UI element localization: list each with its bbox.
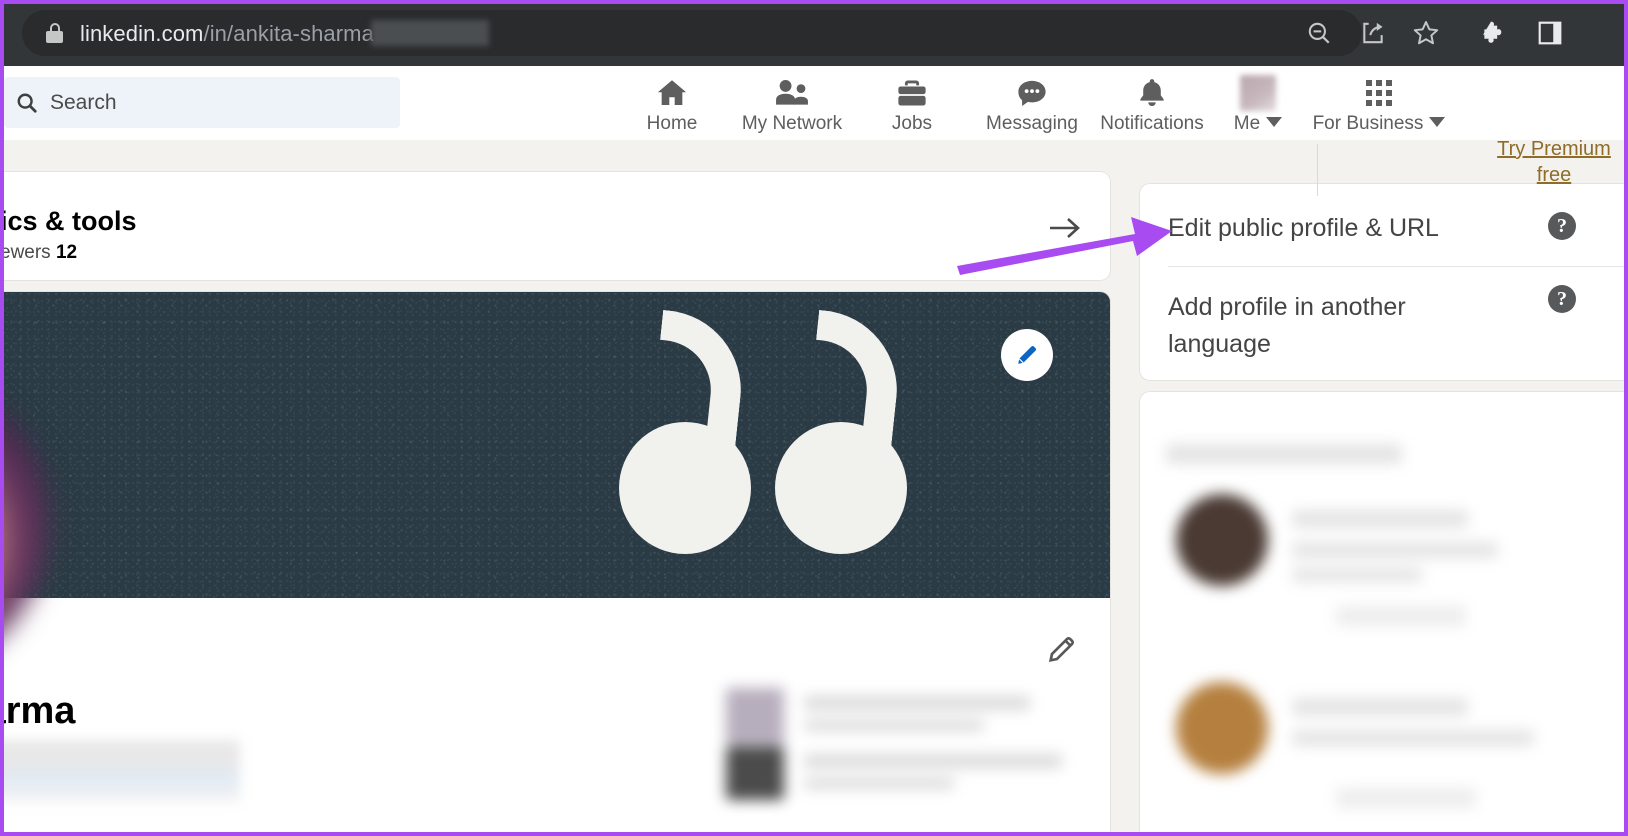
zoom-out-icon[interactable] (1296, 10, 1342, 56)
sidebar-panel-icon[interactable] (1527, 10, 1573, 56)
arrow-right-icon (1048, 214, 1084, 242)
browser-toolbar: linkedin.com/in/ankita-sharma (0, 0, 1628, 66)
people-icon (774, 75, 810, 111)
nav-item-my-network-label: My Network (742, 113, 842, 135)
banner-quote-mark-right (775, 314, 923, 554)
edit-public-profile-url-label: Edit public profile & URL (1168, 210, 1439, 247)
profile-experience-blurred (718, 682, 1068, 802)
search-input[interactable]: Search (4, 77, 400, 128)
nav-item-home-label: Home (647, 113, 698, 135)
add-profile-language-label: Add profile in another language (1168, 289, 1498, 363)
nav-item-home[interactable]: Home (612, 66, 732, 140)
pencil-edit-icon (1013, 341, 1041, 369)
profile-banner-image (0, 292, 1110, 598)
analytics-card-title: ics & tools (0, 206, 137, 237)
nav-divider (1317, 144, 1318, 196)
edit-public-profile-url-row[interactable]: Edit public profile & URL ? (1140, 190, 1628, 266)
nav-item-jobs[interactable]: Jobs (852, 66, 972, 140)
url-redacted-block (371, 20, 489, 46)
address-bar[interactable]: linkedin.com/in/ankita-sharma (22, 10, 1362, 56)
nav-item-for-business-label: For Business (1313, 113, 1424, 134)
public-profile-settings-card: Edit public profile & URL ? Add profile … (1140, 184, 1628, 380)
analytics-viewer-count: 12 (56, 242, 77, 263)
nav-item-me[interactable]: Me (1212, 66, 1304, 140)
people-also-viewed-card[interactable] (1140, 392, 1628, 836)
nav-item-jobs-label: Jobs (892, 113, 932, 135)
try-premium-link[interactable]: Try Premium free (1468, 136, 1628, 188)
chevron-down-icon (1429, 117, 1445, 127)
url-domain: linkedin.com (80, 21, 203, 46)
nav-item-me-label: Me (1234, 113, 1260, 134)
chevron-down-icon (1266, 117, 1282, 127)
nav-item-my-network[interactable]: My Network (732, 66, 852, 140)
url-path: /in/ankita-sharma (203, 21, 373, 46)
question-mark-help-icon[interactable]: ? (1548, 212, 1576, 240)
add-profile-language-row[interactable]: Add profile in another language ? (1140, 267, 1628, 375)
home-icon (655, 75, 689, 111)
search-icon (16, 92, 38, 114)
analytics-and-tools-card[interactable]: ics & tools ewers 12 (0, 172, 1110, 280)
analytics-card-subtitle: ewers 12 (0, 242, 77, 264)
profile-name: kita Sharma (0, 690, 75, 733)
analytics-subtitle-text: ewers (0, 242, 51, 263)
nav-item-notifications[interactable]: Notifications (1092, 66, 1212, 140)
banner-quote-mark-left (619, 314, 767, 554)
search-placeholder-text: Search (50, 91, 117, 115)
app-grid-icon (1366, 75, 1392, 111)
try-premium-line1: Try Premium (1497, 138, 1611, 160)
bookmark-star-icon[interactable] (1403, 10, 1449, 56)
briefcase-icon (895, 75, 929, 111)
avatar (1240, 75, 1276, 111)
question-mark-help-icon[interactable]: ? (1548, 285, 1576, 313)
address-bar-url: linkedin.com/in/ankita-sharma (80, 20, 489, 47)
edit-intro-pencil-icon[interactable] (1045, 632, 1079, 666)
profile-headline-blurred (0, 740, 240, 802)
nav-item-notifications-label: Notifications (1100, 113, 1204, 135)
try-premium-line2: free (1537, 164, 1571, 186)
message-bubble-icon (1015, 75, 1049, 111)
linkedin-global-nav: Search Home (0, 66, 1628, 140)
lock-icon (46, 23, 63, 43)
nav-item-messaging-label: Messaging (986, 113, 1078, 135)
people-also-viewed-blurred (1140, 392, 1628, 836)
bell-icon (1135, 75, 1169, 111)
share-icon[interactable] (1350, 10, 1396, 56)
screenshot-frame: ics & tools ewers 12 kita Sharma (0, 0, 1628, 836)
extensions-puzzle-icon[interactable] (1470, 10, 1516, 56)
nav-item-for-business[interactable]: For Business (1304, 66, 1454, 140)
profile-card: kita Sharma (0, 292, 1110, 836)
edit-banner-button[interactable] (1001, 329, 1053, 381)
nav-items-group: Home My Network (612, 66, 1454, 140)
nav-item-messaging[interactable]: Messaging (972, 66, 1092, 140)
